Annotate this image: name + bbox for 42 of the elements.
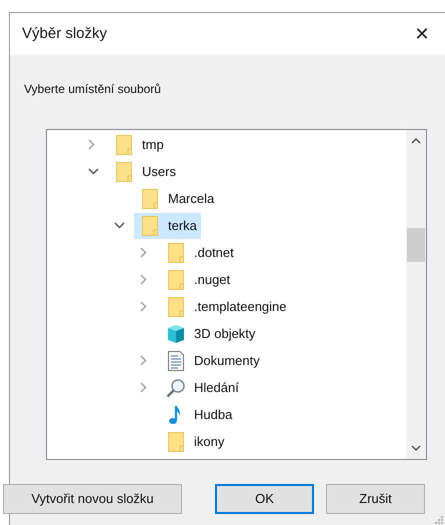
document-icon [168,350,184,370]
magnifier-icon [166,378,186,398]
chevron-right-icon[interactable] [88,139,95,150]
folder-icon [168,242,184,262]
folder-icon [168,270,184,290]
folder-icon [168,432,184,452]
tree-item[interactable]: .nuget [160,266,234,292]
folder-icon [168,296,184,316]
tree-item[interactable]: Hledání [160,374,243,400]
tree-item[interactable]: Dokumenty [160,348,264,374]
chevron-right-icon[interactable] [140,382,147,393]
folder-icon [116,162,132,182]
chevron-right-icon[interactable] [140,301,147,312]
scroll-up-icon[interactable] [411,137,421,144]
folder-icon [116,134,132,154]
chevron-down-icon[interactable] [114,222,125,229]
scroll-down-icon[interactable] [411,445,421,452]
chevron-right-icon[interactable] [140,355,147,366]
dialog-button[interactable]: OK [215,484,314,514]
chevron-right-icon[interactable] [140,274,147,285]
prompt-text: Vyberte umístění souborů [24,82,161,96]
resize-grip-icon[interactable] [433,514,443,524]
folder-icon [142,188,158,208]
tree-item[interactable]: Hudba [160,402,236,428]
tree-item[interactable]: terka [134,212,201,238]
tree-item[interactable]: ikony [160,428,228,454]
tree-item[interactable]: .templateengine [160,294,291,320]
tree-item[interactable]: 3D objekty [160,320,260,346]
dialog-button[interactable]: Vytvořit novou složku [3,484,182,514]
tree-item[interactable]: .dotnet [160,240,238,266]
tree-item[interactable]: Users [108,158,180,184]
scrollbar[interactable] [406,130,426,459]
chevron-down-icon[interactable] [88,168,99,175]
close-button[interactable]: ✕ [407,19,437,49]
tree-item[interactable]: tmp [108,132,168,158]
cube-icon [165,324,187,344]
window-title: Výběr složky [22,24,108,44]
scroll-thumb[interactable] [407,228,425,262]
dialog-button[interactable]: Zrušit [326,484,425,514]
tree-item[interactable]: Marcela [134,186,218,212]
chevron-right-icon[interactable] [140,247,147,258]
folder-icon [142,216,158,236]
